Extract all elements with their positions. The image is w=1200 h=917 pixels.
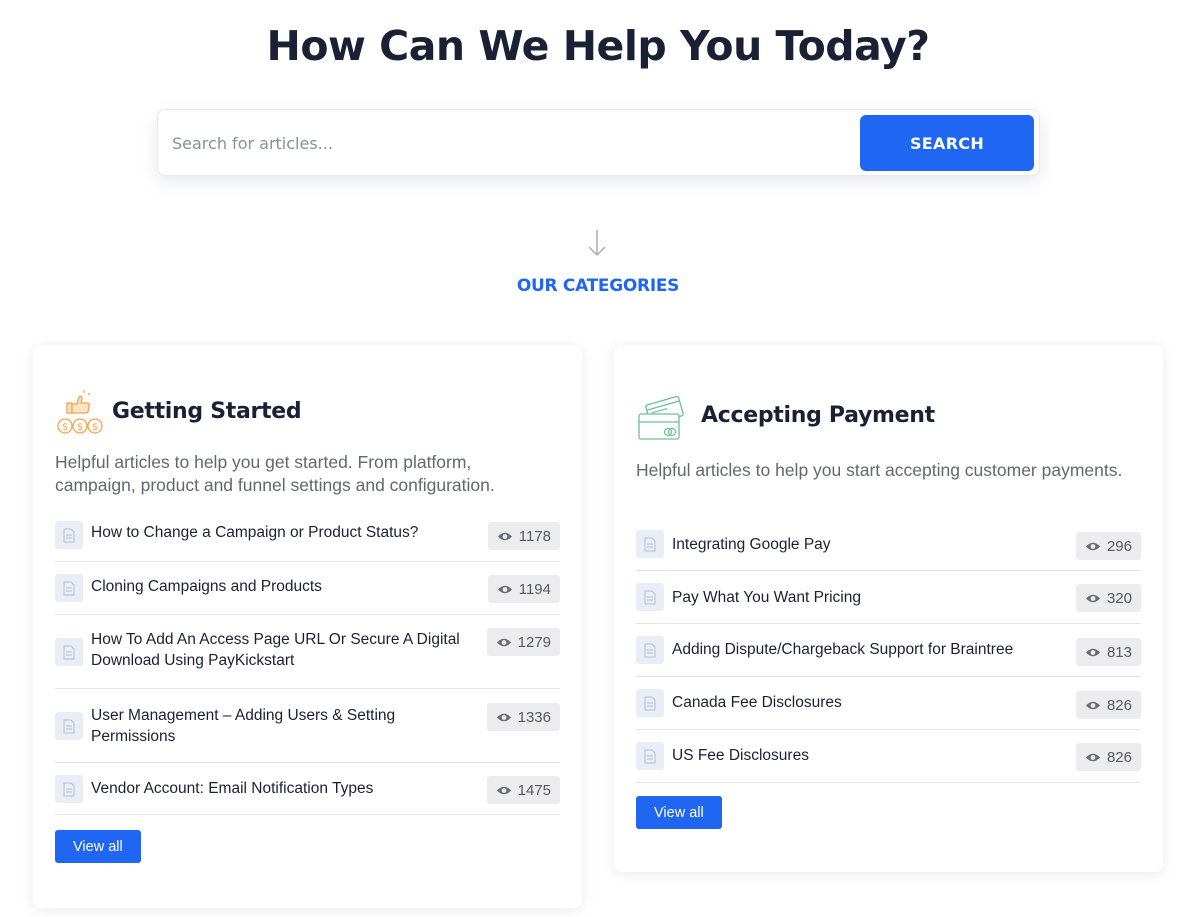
article-title[interactable]: How To Add An Access Page URL Or Secure …	[91, 629, 481, 671]
search-input[interactable]	[172, 124, 852, 162]
eye-icon	[496, 638, 511, 646]
view-count: 320	[1106, 589, 1132, 607]
view-count: 1336	[517, 708, 551, 726]
view-count-badge: 813	[1075, 638, 1141, 666]
svg-text:$: $	[92, 422, 98, 433]
view-all-button[interactable]: View all	[55, 830, 141, 863]
view-count-badge: 826	[1075, 691, 1141, 719]
article-item[interactable]: Canada Fee Disclosures 826	[636, 677, 1141, 730]
page-title: How Can We Help You Today?	[266, 22, 931, 70]
category-title: Accepting Payment	[701, 403, 935, 428]
eye-icon	[496, 786, 511, 794]
eye-icon	[497, 585, 512, 593]
article-title[interactable]: Cloning Campaigns and Products	[91, 576, 481, 597]
article-title[interactable]: US Fee Disclosures	[672, 745, 1062, 766]
article-list: Integrating Google Pay 296 Pay What You …	[636, 518, 1141, 783]
article-title[interactable]: Pay What You Want Pricing	[672, 587, 1062, 608]
document-icon	[636, 583, 664, 611]
view-all-button[interactable]: View all	[636, 796, 722, 829]
article-title[interactable]: Integrating Google Pay	[672, 534, 1062, 555]
eye-icon	[1085, 701, 1100, 709]
document-icon	[636, 689, 664, 717]
view-count-badge: 1336	[486, 703, 560, 731]
article-item[interactable]: How to Change a Campaign or Product Stat…	[55, 508, 560, 562]
search-bar: SEARCH	[157, 109, 1040, 176]
eye-icon	[1085, 594, 1100, 602]
view-count: 826	[1106, 696, 1132, 714]
article-title[interactable]: Canada Fee Disclosures	[672, 692, 1062, 713]
view-count-badge: 1178	[487, 522, 560, 550]
article-title[interactable]: How to Change a Campaign or Product Stat…	[91, 522, 481, 543]
view-count-badge: 320	[1075, 584, 1141, 612]
view-count: 813	[1106, 643, 1132, 661]
document-icon	[55, 775, 83, 803]
document-icon	[55, 521, 83, 549]
eye-icon	[1085, 648, 1100, 656]
document-icon	[55, 712, 83, 740]
article-item[interactable]: Pay What You Want Pricing 320	[636, 571, 1141, 624]
article-title[interactable]: Vendor Account: Email Notification Types	[91, 778, 481, 799]
view-count: 1279	[517, 633, 551, 651]
article-item[interactable]: Integrating Google Pay 296	[636, 518, 1141, 571]
category-description: Helpful articles to help you get started…	[55, 452, 495, 495]
search-button[interactable]: SEARCH	[860, 115, 1034, 171]
article-title[interactable]: User Management – Adding Users & Setting…	[91, 705, 481, 747]
arrow-down-icon	[588, 230, 606, 257]
svg-text:$: $	[77, 422, 83, 433]
category-card-getting-started: $ $ $ Getting Started Helpful articles t…	[33, 345, 582, 908]
thumbs-up-coins-icon: $ $ $	[57, 390, 103, 434]
credit-cards-icon	[638, 395, 684, 440]
view-count: 296	[1106, 537, 1132, 555]
article-item[interactable]: Vendor Account: Email Notification Types…	[55, 763, 560, 815]
view-count-badge: 826	[1075, 743, 1141, 771]
eye-icon	[496, 713, 511, 721]
document-icon	[636, 742, 664, 770]
view-count-badge: 296	[1075, 532, 1141, 560]
view-count-badge: 1475	[486, 776, 560, 804]
svg-text:$: $	[62, 422, 68, 433]
category-title: Getting Started	[112, 399, 302, 424]
view-count: 1178	[518, 527, 551, 545]
category-description: Helpful articles to help you start accep…	[636, 460, 1123, 480]
view-count: 1475	[517, 781, 551, 799]
article-title[interactable]: Adding Dispute/Chargeback Support for Br…	[672, 639, 1072, 660]
document-icon	[636, 530, 664, 558]
eye-icon	[497, 532, 512, 540]
document-icon	[636, 636, 664, 664]
article-item[interactable]: US Fee Disclosures 826	[636, 730, 1141, 783]
categories-heading: OUR CATEGORIES	[516, 276, 680, 296]
article-item[interactable]: User Management – Adding Users & Setting…	[55, 689, 560, 763]
article-list: How to Change a Campaign or Product Stat…	[55, 508, 560, 815]
article-item[interactable]: How To Add An Access Page URL Or Secure …	[55, 615, 560, 689]
view-count: 1194	[518, 580, 551, 598]
article-item[interactable]: Adding Dispute/Chargeback Support for Br…	[636, 624, 1141, 677]
view-count-badge: 1194	[487, 575, 560, 603]
article-item[interactable]: Cloning Campaigns and Products 1194	[55, 562, 560, 615]
eye-icon	[1085, 753, 1100, 761]
category-card-accepting-payment: Accepting Payment Helpful articles to he…	[614, 345, 1163, 872]
eye-icon	[1085, 542, 1100, 550]
document-icon	[55, 638, 83, 666]
view-count: 826	[1106, 748, 1132, 766]
document-icon	[55, 574, 83, 602]
view-count-badge: 1279	[486, 628, 560, 656]
